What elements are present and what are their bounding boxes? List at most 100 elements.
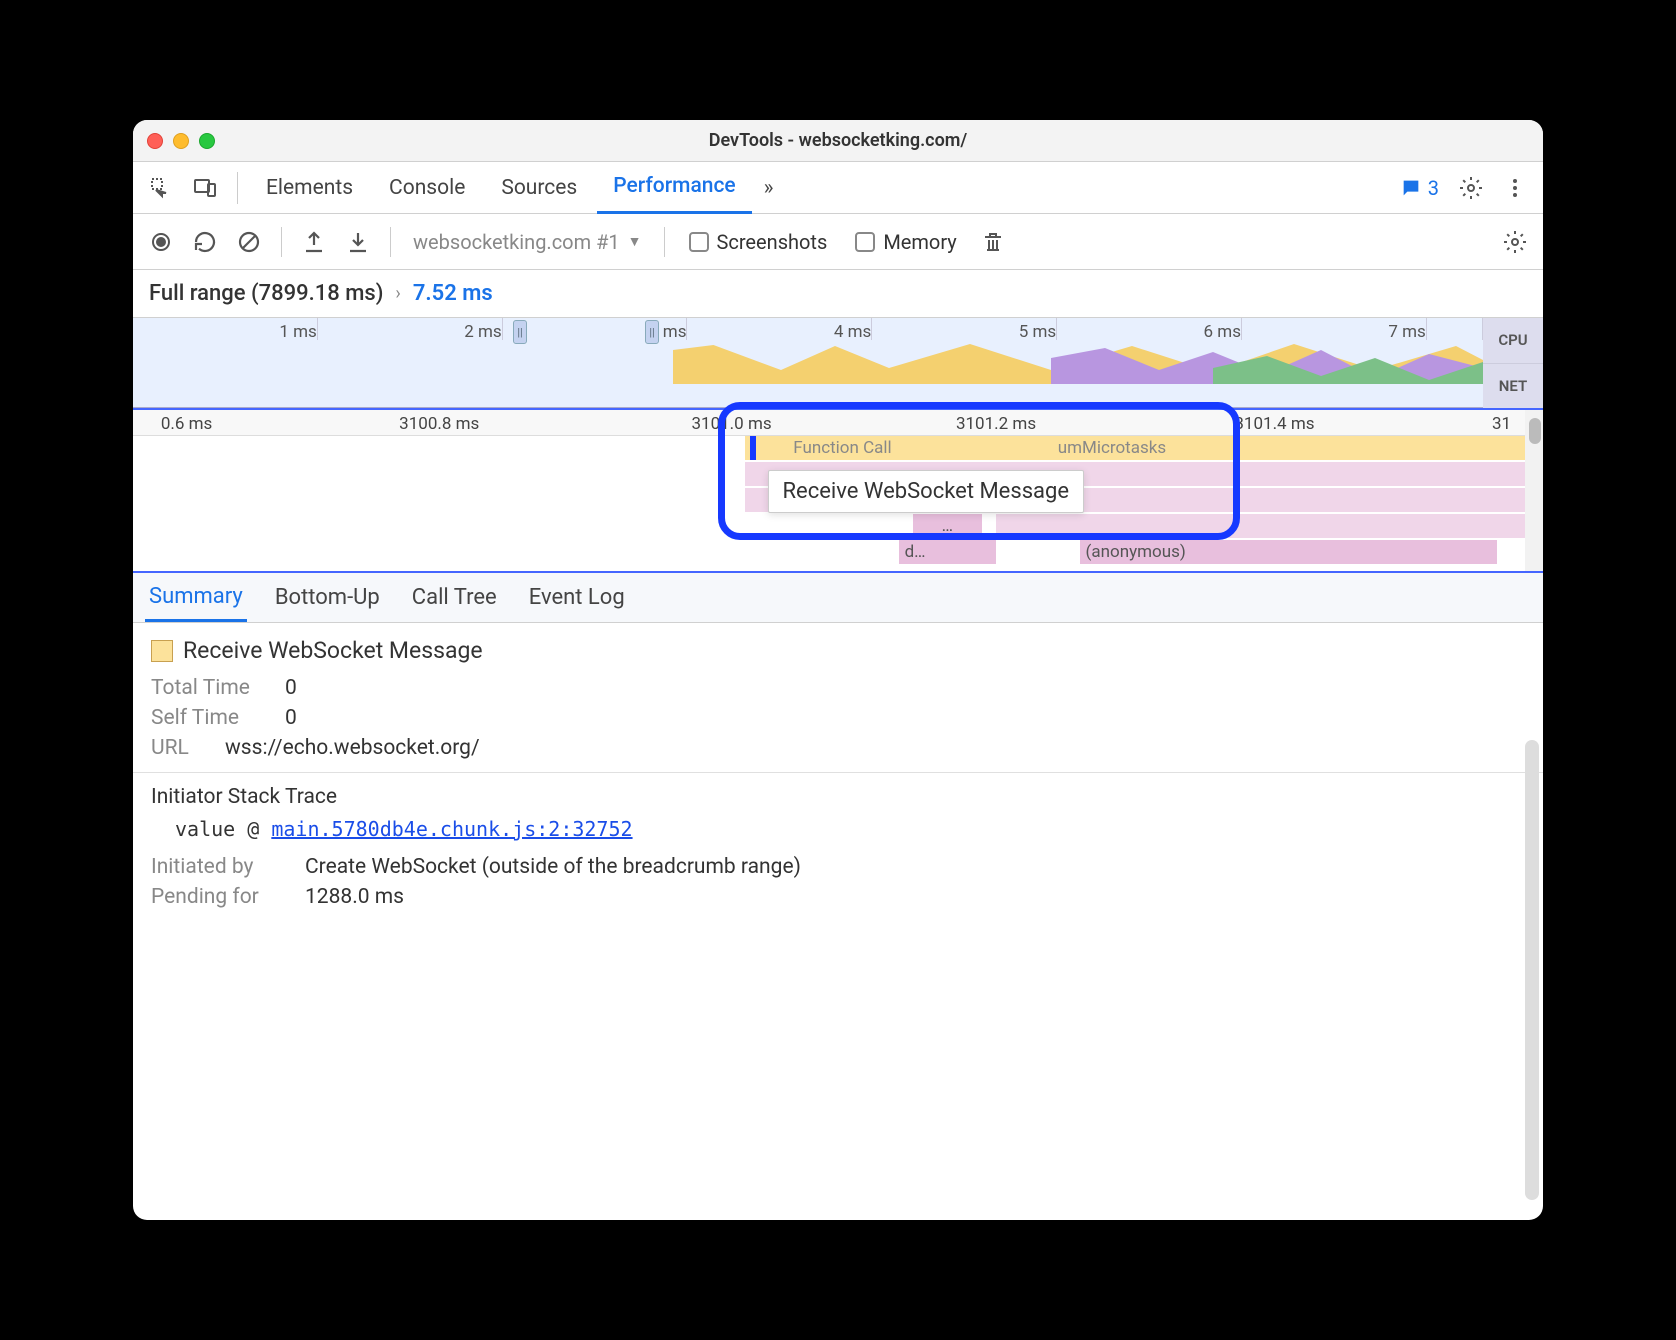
checkbox-icon: [855, 232, 875, 252]
divider: [390, 227, 391, 257]
tab-console[interactable]: Console: [373, 162, 481, 214]
close-window-button[interactable]: [147, 133, 163, 149]
settings-icon[interactable]: [1451, 168, 1491, 208]
url-label: URL: [151, 736, 211, 760]
upload-icon[interactable]: [296, 224, 332, 260]
devtools-window: DevTools - websocketking.com/ Elements C…: [133, 120, 1543, 1220]
scrollbar-thumb[interactable]: [1529, 418, 1541, 444]
stack-link[interactable]: main.5780db4e.chunk.js:2:32752: [271, 817, 632, 841]
divider: [133, 772, 1543, 773]
minimize-window-button[interactable]: [173, 133, 189, 149]
total-time-label: Total Time: [151, 676, 271, 700]
flame-bar-anonymous[interactable]: (anonymous): [1080, 540, 1498, 564]
overview-ticks: 1 ms 2 ms 3 ms 4 ms 5 ms 6 ms 7 ms: [133, 318, 1483, 340]
performance-toolbar: websocketking.com #1 ▼ Screenshots Memor…: [133, 214, 1543, 270]
event-color-chip: [151, 640, 173, 662]
inspect-element-icon[interactable]: [141, 168, 181, 208]
total-time-value: 0: [285, 676, 297, 700]
checkbox-icon: [689, 232, 709, 252]
tab-bottom-up[interactable]: Bottom-Up: [271, 573, 384, 622]
tab-performance[interactable]: Performance: [597, 162, 751, 214]
record-icon[interactable]: [143, 224, 179, 260]
stack-frame: value @ main.5780db4e.chunk.js:2:32752: [175, 817, 1525, 841]
overview-handle-right[interactable]: ||: [645, 320, 659, 344]
screenshots-checkbox[interactable]: Screenshots: [679, 230, 838, 254]
overview-tick: 4 ms: [687, 318, 872, 340]
flame-tick: 3101.2 ms: [956, 414, 1036, 434]
detail-tabs: Summary Bottom-Up Call Tree Event Log: [133, 573, 1543, 623]
url-value: wss://echo.websocket.org/: [225, 736, 480, 760]
reload-icon[interactable]: [187, 224, 223, 260]
flame-ticks: 0.6 ms 3100.8 ms 3101.0 ms 3101.2 ms 310…: [133, 410, 1525, 436]
maximize-window-button[interactable]: [199, 133, 215, 149]
memory-label: Memory: [883, 230, 956, 254]
recording-select[interactable]: websocketking.com #1 ▼: [405, 230, 650, 254]
initiated-by-label: Initiated by: [151, 855, 291, 879]
device-toggle-icon[interactable]: [185, 168, 225, 208]
cpu-label: CPU: [1483, 318, 1543, 363]
flame-bar[interactable]: …: [913, 514, 983, 538]
flame-tick: 0.6 ms: [161, 414, 213, 434]
kebab-menu-icon[interactable]: [1495, 168, 1535, 208]
stack-trace-title: Initiator Stack Trace: [151, 785, 1525, 809]
net-label: NET: [1483, 363, 1543, 409]
flame-bar[interactable]: d…: [899, 540, 996, 564]
traffic-lights: [147, 133, 215, 149]
overview-tick: 3 ms: [503, 318, 688, 340]
screenshots-label: Screenshots: [717, 230, 828, 254]
flame-tooltip: Receive WebSocket Message: [768, 470, 1085, 513]
messages-badge[interactable]: 3: [1392, 176, 1447, 200]
overview-cpu-chart: [133, 340, 1483, 384]
overview-tick: 7 ms: [1242, 318, 1427, 340]
panel-scrollbar[interactable]: [1525, 740, 1539, 1200]
flame-bar[interactable]: [996, 514, 1525, 538]
flame-tick: 3101.0 ms: [691, 414, 771, 434]
flame-chart[interactable]: 0.6 ms 3100.8 ms 3101.0 ms 3101.2 ms 310…: [133, 408, 1543, 573]
overview-tick: 1 ms: [133, 318, 318, 340]
divider: [664, 227, 665, 257]
tab-overflow[interactable]: »: [756, 162, 782, 214]
stack-fn: value @: [175, 817, 271, 841]
tab-elements[interactable]: Elements: [250, 162, 369, 214]
pending-label: Pending for: [151, 885, 291, 909]
clear-icon[interactable]: [231, 224, 267, 260]
flame-scrollbar[interactable]: [1525, 410, 1543, 571]
capture-settings-icon[interactable]: [1497, 224, 1533, 260]
flame-tick: 3100.8 ms: [399, 414, 479, 434]
overview-tick: 2 ms: [318, 318, 503, 340]
main-tabs: Elements Console Sources Performance » 3: [133, 162, 1543, 214]
overview[interactable]: 1 ms 2 ms 3 ms 4 ms 5 ms 6 ms 7 ms || ||…: [133, 318, 1543, 408]
flame-tick: 31: [1492, 414, 1511, 434]
breadcrumb-full-range[interactable]: Full range (7899.18 ms): [149, 281, 383, 306]
memory-checkbox[interactable]: Memory: [845, 230, 966, 254]
titlebar: DevTools - websocketking.com/: [133, 120, 1543, 162]
flame-tick: 3101.4 ms: [1234, 414, 1314, 434]
overview-tick: 6 ms: [1057, 318, 1242, 340]
summary-panel: Receive WebSocket Message Total Time 0 S…: [133, 623, 1543, 1220]
breadcrumb-selection[interactable]: 7.52 ms: [413, 281, 493, 306]
download-icon[interactable]: [340, 224, 376, 260]
breadcrumb: Full range (7899.18 ms) › 7.52 ms: [133, 270, 1543, 318]
divider: [281, 227, 282, 257]
window-title: DevTools - websocketking.com/: [133, 130, 1543, 151]
chevron-right-icon: ›: [395, 283, 400, 304]
overview-handle-left[interactable]: ||: [513, 320, 527, 344]
self-time-value: 0: [285, 706, 297, 730]
tab-summary[interactable]: Summary: [145, 573, 247, 622]
event-title: Receive WebSocket Message: [183, 637, 483, 664]
tab-event-log[interactable]: Event Log: [525, 573, 629, 622]
flame-marker: [750, 436, 756, 460]
tab-sources[interactable]: Sources: [485, 162, 593, 214]
recording-name: websocketking.com #1: [413, 230, 620, 254]
overview-tick: 5 ms: [872, 318, 1057, 340]
garbage-collect-icon[interactable]: [975, 224, 1011, 260]
flame-bar-microtasks[interactable]: umMicrotasks: [1052, 436, 1247, 460]
tab-call-tree[interactable]: Call Tree: [408, 573, 501, 622]
divider: [237, 172, 238, 204]
messages-count: 3: [1428, 176, 1439, 200]
self-time-label: Self Time: [151, 706, 271, 730]
overview-side-labels: CPU NET: [1483, 318, 1543, 408]
summary-header: Receive WebSocket Message: [151, 637, 1525, 664]
pending-value: 1288.0 ms: [305, 885, 404, 909]
initiated-by-value: Create WebSocket (outside of the breadcr…: [305, 855, 801, 879]
